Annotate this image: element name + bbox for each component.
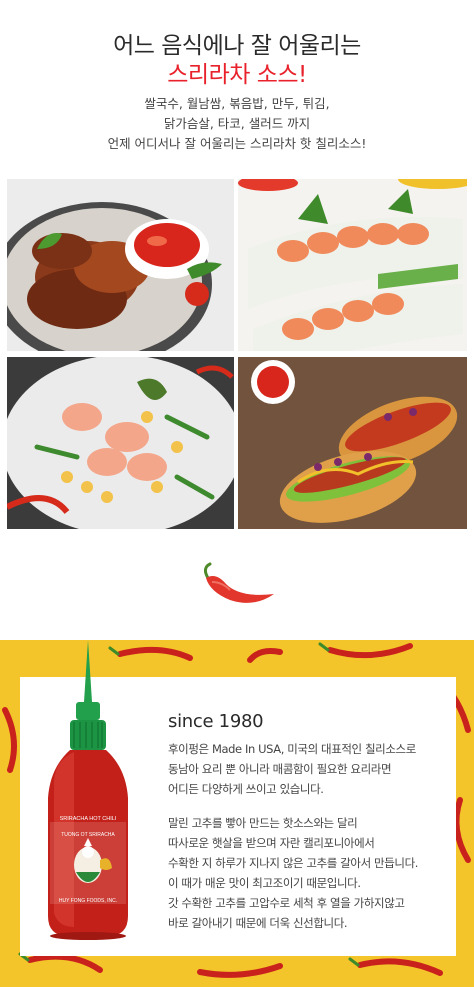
headline-line-2: 스리라차 소스! [167, 62, 307, 88]
bottle-label-brand: TUONG OT SRIRACHA [61, 832, 115, 838]
hot-dogs-image [238, 357, 467, 529]
chili-pepper-icon [203, 562, 274, 603]
product-detail-page: 어느 음식에나 잘 어울리는 스리라차 소스! 쌀국수, 월남쌈, 볶음밥, 만… [0, 0, 474, 987]
sriracha-bottle-icon: SRIRACHA HOT CHILI TUONG OT SRIRACHA HUY… [48, 640, 128, 940]
rice-paper-rolls-photo [238, 179, 467, 351]
intro-section: 어느 음식에나 잘 어울리는 스리라차 소스! 쌀국수, 월남쌈, 볶음밥, 만… [0, 0, 474, 165]
chili-divider [196, 562, 278, 606]
story-line-3: 어디든 다양하게 쓰이고 있습니다. [168, 782, 324, 796]
bottle-label-bottom: HUY FONG FOODS, INC. [59, 898, 117, 904]
story-line-5: 따사로운 햇살을 받으며 자란 캘리포니아에서 [168, 836, 375, 850]
description-line-1: 쌀국수, 월남쌈, 볶음밥, 만두, 튀김, [144, 96, 330, 111]
story-line-4: 말린 고추를 빻아 만드는 핫소스와는 달리 [168, 816, 358, 830]
shrimp-rice-paper-rolls-image [238, 179, 467, 351]
brand-story-section: SRIRACHA HOT CHILI TUONG OT SRIRACHA HUY… [0, 640, 474, 987]
story-line-1: 후이펑은 Made In USA, 미국의 대표적인 칠리소스로 [168, 742, 416, 756]
bottle-label-top: SRIRACHA HOT CHILI [60, 816, 117, 822]
hot-dogs-photo [238, 357, 467, 529]
since-year-heading: since 1980 [168, 711, 264, 732]
shrimp-salad-photo [7, 357, 234, 529]
story-line-9: 바로 갈아내기 때문에 더욱 신선합니다. [168, 916, 348, 930]
story-line-8: 갓 수확한 고추를 고압수로 세척 후 열을 가하지않고 [168, 896, 405, 910]
story-line-6: 수확한 지 하루가 지나지 않은 고추를 갈아서 만듭니다. [168, 856, 419, 870]
story-line-7: 이 때가 매운 맛이 최고조이기 때문입니다. [168, 876, 361, 890]
grilled-chicken-photo [7, 179, 234, 351]
grilled-chicken-with-sauce-image [7, 179, 234, 351]
description-line-2: 닭가슴살, 타코, 샐러드 까지 [163, 116, 311, 131]
description-line-3: 언제 어디서나 잘 어울리는 스리라차 핫 칠리소스! [107, 136, 367, 151]
story-line-2: 동남아 요리 뿐 아니라 매콤함이 필요한 요리라면 [168, 762, 392, 776]
food-photo-grid [7, 179, 467, 529]
shrimp-salad-image [7, 357, 234, 529]
